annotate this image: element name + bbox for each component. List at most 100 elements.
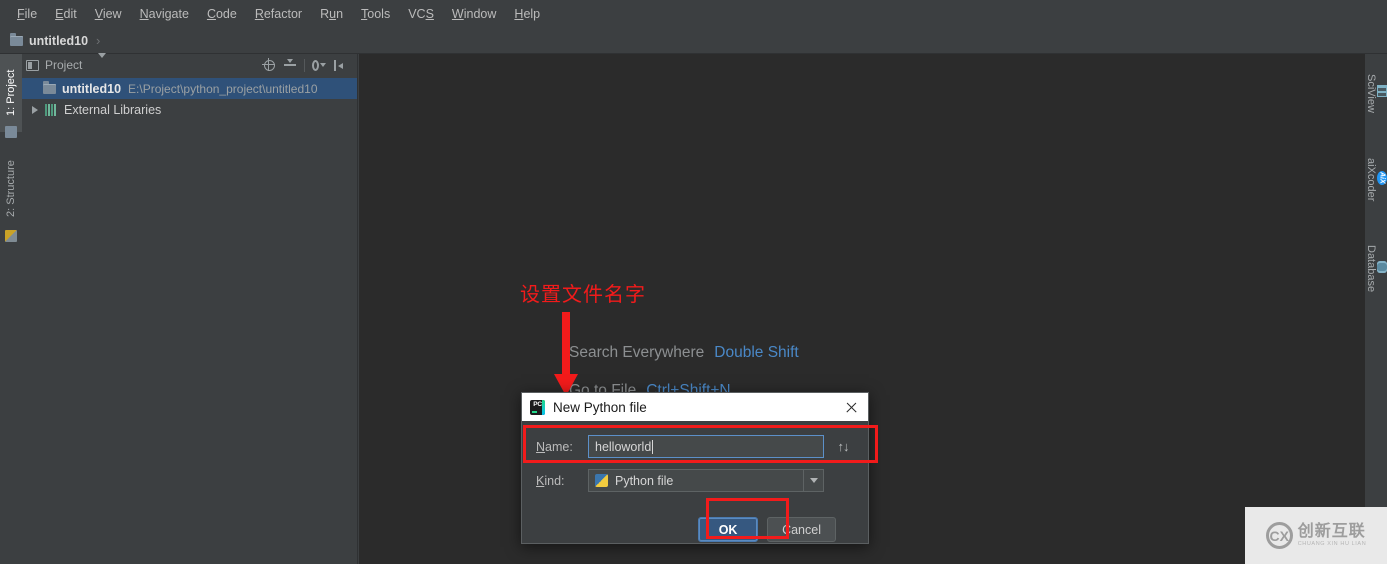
project-tool-window: Project untitled10 E:\Project\python_pro…	[22, 53, 358, 564]
chevron-down-icon[interactable]	[803, 470, 823, 491]
project-pane-header: Project	[22, 53, 357, 76]
menu-file[interactable]: File	[8, 4, 46, 24]
sidebar-item-project-label: 1: Project	[5, 69, 17, 117]
sidebar-item-structure-label: 2: Structure	[5, 160, 17, 218]
menu-refactor-rest: efactor	[263, 7, 303, 21]
menu-vcs-mnemonic: S	[425, 7, 434, 21]
sidebar-item-database-label: Database	[1365, 245, 1377, 293]
menu-navigate[interactable]: Navigate	[131, 4, 198, 24]
menu-vcs[interactable]: VCS	[399, 4, 443, 24]
menu-view-mnemonic: V	[94, 7, 103, 21]
project-view-icon	[26, 59, 39, 71]
menu-window-mnemonic: W	[451, 7, 464, 21]
sidebar-item-project[interactable]: 1: Project	[0, 54, 22, 132]
down-arrow-icon	[554, 312, 578, 396]
library-icon	[45, 103, 57, 116]
status-bar-left	[0, 538, 22, 564]
project-pane-actions	[262, 58, 353, 72]
structure-icon	[5, 230, 17, 242]
project-tree: untitled10 E:\Project\python_project\unt…	[22, 76, 357, 120]
watermark-en: CHUANG XIN HU LIAN	[1297, 541, 1367, 548]
menu-tools[interactable]: Tools	[352, 4, 399, 24]
menu-run-rest: n	[336, 7, 344, 21]
dialog-title: New Python file	[553, 399, 647, 415]
watermark-logo-icon: CX	[1265, 522, 1293, 549]
pycharm-icon: PC	[530, 399, 545, 415]
menu-view[interactable]: View	[86, 4, 131, 24]
folder-icon	[10, 32, 23, 46]
editor-hint-search-everywhere: Search Everywhere Double Shift	[569, 344, 799, 362]
menu-bar: File Edit View Navigate Code Refactor Ru…	[0, 0, 1387, 28]
grid-icon	[1377, 84, 1387, 97]
hide-button[interactable]	[333, 58, 347, 72]
hide-icon	[334, 59, 346, 71]
python-file-icon	[595, 474, 608, 487]
editor-hint-shortcut: Double Shift	[714, 344, 799, 361]
menu-edit[interactable]: Edit	[46, 4, 86, 24]
collapse-all-icon	[284, 59, 296, 71]
project-icon	[5, 126, 17, 138]
watermark: CX 创新互联 CHUANG XIN HU LIAN	[1245, 507, 1387, 564]
menu-vcs-pre: VC	[408, 7, 426, 21]
sidebar-item-sciview[interactable]: SciView	[1365, 62, 1387, 124]
menu-tools-rest: ools	[367, 7, 391, 21]
actions-divider	[304, 58, 305, 72]
menu-navigate-rest: avigate	[148, 7, 189, 21]
ok-button-highlight	[706, 498, 789, 539]
menu-run[interactable]: Run	[311, 4, 352, 24]
tree-node-untitled10[interactable]: untitled10 E:\Project\python_project\unt…	[22, 78, 357, 99]
sidebar-item-structure[interactable]: 2: Structure	[0, 142, 22, 236]
crosshair-icon	[262, 58, 275, 71]
kind-label-rest: ind:	[544, 473, 565, 488]
kind-label: Kind:	[536, 474, 588, 488]
kind-select[interactable]: Python file	[588, 469, 824, 492]
menu-file-rest: ile	[24, 7, 38, 21]
kind-select-value: Python file	[615, 473, 674, 488]
close-icon	[845, 401, 858, 414]
dialog-buttons: OK Cancel	[536, 503, 854, 542]
right-tool-strip: SciView AiX aiXcoder Database	[1364, 54, 1387, 564]
kind-field-row: Kind: Python file	[536, 469, 854, 492]
new-python-file-dialog: PC New Python file Name: helloworld ↑↓ K…	[521, 392, 869, 544]
menu-window-rest: indow	[463, 7, 497, 21]
sidebar-item-sciview-label: SciView	[1365, 73, 1377, 113]
menu-code-rest: ode	[215, 7, 237, 21]
menu-refactor-mnemonic: R	[254, 7, 264, 21]
editor-hint-label: Search Everywhere	[569, 344, 705, 361]
menu-edit-mnemonic: E	[55, 7, 64, 21]
aixcoder-icon: AiX	[1377, 170, 1387, 185]
database-icon	[1377, 260, 1387, 273]
collapse-all-button[interactable]	[283, 58, 297, 72]
menu-window[interactable]: Window	[443, 4, 505, 24]
menu-view-rest: iew	[102, 7, 122, 21]
menu-help-rest: elp	[523, 7, 541, 21]
watermark-text: 创新互联 CHUANG XIN HU LIAN	[1297, 521, 1367, 548]
breadcrumb[interactable]: untitled10 ›	[10, 32, 101, 48]
pycharm-window: File Edit View Navigate Code Refactor Ru…	[0, 0, 1387, 564]
sidebar-item-aixcoder-label: aiXcoder	[1365, 158, 1377, 202]
menu-file-mnemonic: F	[17, 7, 25, 21]
settings-button[interactable]	[312, 58, 326, 72]
tree-node-external-libraries[interactable]: External Libraries	[22, 99, 357, 120]
annotation-text: 设置文件名字	[520, 282, 646, 306]
menu-code[interactable]: Code	[198, 4, 246, 24]
chevron-down-icon	[320, 63, 326, 67]
sidebar-item-database[interactable]: Database	[1365, 232, 1387, 306]
watermark-cn: 创新互联	[1297, 521, 1366, 541]
locate-file-button[interactable]	[262, 58, 276, 72]
tree-node-path: E:\Project\python_project\untitled10	[128, 81, 318, 96]
menu-run-pre: R	[320, 7, 330, 21]
tree-node-name: External Libraries	[64, 102, 162, 117]
breadcrumb-separator-icon: ›	[96, 33, 101, 48]
sidebar-item-aixcoder[interactable]: AiX aiXcoder	[1365, 144, 1387, 216]
pycharm-icon-glyph: PC	[533, 401, 542, 409]
menu-help[interactable]: Help	[505, 4, 549, 24]
close-button[interactable]	[838, 394, 864, 420]
name-field-highlight	[523, 425, 878, 463]
menu-refactor[interactable]: Refactor	[246, 4, 311, 24]
tree-node-name: untitled10	[62, 81, 122, 96]
chevron-right-icon[interactable]	[32, 105, 38, 114]
chevron-down-icon[interactable]	[98, 53, 107, 72]
project-pane-title: Project	[45, 58, 83, 72]
navigation-bar: untitled10 ›	[0, 28, 1387, 79]
